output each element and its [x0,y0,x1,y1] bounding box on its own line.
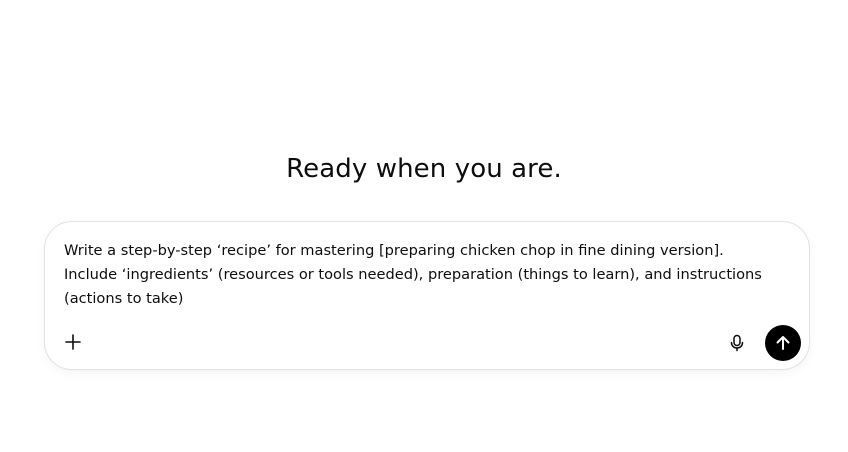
microphone-icon [729,334,745,352]
plus-icon [64,333,82,351]
send-button[interactable] [765,325,801,361]
page-title: Ready when you are. [286,154,562,184]
dictate-button[interactable] [723,329,751,357]
arrow-up-icon [774,334,792,352]
prompt-input[interactable]: Write a step-by-step ‘recipe’ for master… [64,239,774,311]
prompt-composer[interactable]: Write a step-by-step ‘recipe’ for master… [44,221,810,370]
add-attachment-button[interactable] [59,328,87,356]
chat-page: Ready when you are. Write a step-by-step… [0,0,848,452]
